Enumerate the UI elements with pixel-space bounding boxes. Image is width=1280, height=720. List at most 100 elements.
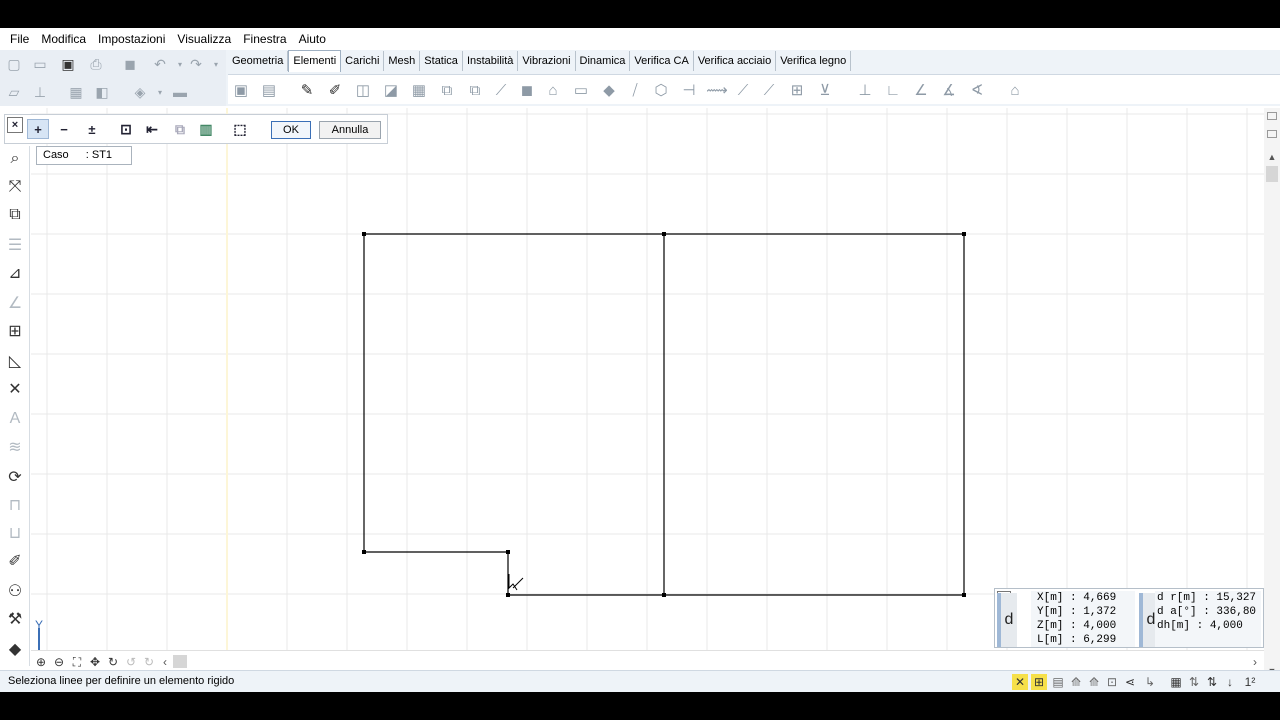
grid-toggle-icon[interactable]: ▦	[1168, 674, 1184, 690]
node[interactable]	[506, 593, 510, 597]
tab-vibrazioni[interactable]: Vibrazioni	[518, 51, 576, 71]
menu-impostazioni[interactable]: Impostazioni	[92, 28, 171, 50]
plate-icon[interactable]: ◆	[598, 79, 620, 101]
snap-polar-icon[interactable]: ⋖	[1122, 674, 1138, 690]
scroll-right-icon[interactable]: ›	[1247, 654, 1263, 670]
eraser-icon[interactable]: ◈	[130, 82, 150, 102]
export-icon[interactable]: ◼	[120, 54, 140, 74]
wall-icon[interactable]: ◫	[352, 79, 374, 101]
toggle-selection-button[interactable]: ±	[81, 119, 103, 139]
spring-icon[interactable]: ⟿	[706, 79, 728, 101]
tab-mesh[interactable]: Mesh	[384, 51, 421, 71]
step-tool-icon[interactable]: ⊔	[4, 522, 26, 544]
brace-icon[interactable]: ⧸	[624, 79, 646, 101]
annulla-button[interactable]: Annulla	[319, 121, 381, 139]
scroll-left-icon[interactable]: ‹	[157, 654, 173, 670]
text-tool-icon[interactable]: A	[4, 408, 26, 430]
select-window-icon[interactable]: ⬚	[229, 119, 251, 139]
info-icon[interactable]: ◆	[4, 638, 26, 660]
add-selection-button[interactable]: +	[27, 119, 49, 139]
tab-verifica-ca[interactable]: Verifica CA	[630, 51, 694, 71]
snap-plane-icon[interactable]: ⟰	[1068, 674, 1084, 690]
grid-wall-icon[interactable]: ▦	[408, 79, 430, 101]
open-folder-icon[interactable]: ▭	[30, 54, 50, 74]
node[interactable]	[506, 550, 510, 554]
tab-verifica-acciaio[interactable]: Verifica acciaio	[693, 51, 777, 71]
zoom-out-icon[interactable]: ⊖	[51, 654, 67, 670]
tab-carichi[interactable]: Carichi	[341, 51, 385, 71]
snap-3d-icon[interactable]: ⟰	[1086, 674, 1102, 690]
truss-icon[interactable]: ⟋	[732, 79, 754, 101]
stack-icon[interactable]: ⧉	[436, 79, 458, 101]
pencil-beam-icon[interactable]: ✎	[296, 79, 318, 101]
zoom-extents-icon[interactable]: ⛶	[69, 654, 85, 670]
triangle-ruler-icon[interactable]: ◺	[4, 350, 26, 372]
snap-grid-icon[interactable]: ⊞	[1031, 674, 1047, 690]
tab-statica[interactable]: Statica	[420, 51, 463, 71]
snap-ortho-icon[interactable]: ↳	[1142, 674, 1158, 690]
ortho-mode-icon[interactable]: ↓	[1222, 674, 1238, 690]
select-level-icon[interactable]: ▥	[195, 119, 217, 139]
node[interactable]	[662, 593, 666, 597]
diagonal-icon[interactable]: ⟋	[490, 79, 512, 101]
building-icon[interactable]: ⌂	[1004, 79, 1026, 101]
support-icon[interactable]: ⊻	[814, 79, 836, 101]
rotate-icon[interactable]: ⟳	[4, 466, 26, 488]
menu-file[interactable]: File	[4, 28, 35, 50]
zoom-previous-icon[interactable]: ↺	[123, 654, 139, 670]
menu-aiuto[interactable]: Aiuto	[293, 28, 332, 50]
ok-button[interactable]: OK	[271, 121, 311, 139]
axes-3d-icon[interactable]: ⤧	[4, 176, 26, 198]
angle-2-icon[interactable]: ∢	[966, 79, 988, 101]
scroll-thumb[interactable]	[1266, 166, 1278, 182]
layers-icon[interactable]: ▱	[4, 82, 24, 102]
layers-tool-icon[interactable]: ≋	[4, 436, 26, 458]
node[interactable]	[362, 550, 366, 554]
copy-icon[interactable]: ⧉	[4, 204, 26, 226]
menu-finestra[interactable]: Finestra	[237, 28, 292, 50]
stack-2-icon[interactable]: ⧉	[464, 79, 486, 101]
sort-active-icon[interactable]: ⇅	[1204, 674, 1220, 690]
node[interactable]	[362, 232, 366, 236]
measure-tool-icon[interactable]: ✐	[4, 550, 26, 572]
roof-icon[interactable]: ⌂	[542, 79, 564, 101]
tab-dinamica[interactable]: Dinamica	[575, 51, 631, 71]
tab-verifica-legno[interactable]: Verifica legno	[776, 51, 852, 71]
scroll-up-icon[interactable]: ▲	[1264, 152, 1280, 164]
wrench-icon[interactable]: ⚒	[4, 608, 26, 630]
node[interactable]	[962, 593, 966, 597]
print-icon[interactable]: ⎙	[86, 54, 106, 74]
cable-icon[interactable]: ⟋	[758, 79, 780, 101]
undo-icon[interactable]: ↶	[150, 54, 170, 74]
snap-node-icon[interactable]: ✕	[1012, 674, 1028, 690]
restore-icon[interactable]	[1267, 112, 1277, 120]
zoom-icon[interactable]: ⌕	[4, 148, 26, 170]
glasses-icon[interactable]: ⚇	[4, 580, 26, 602]
hscroll-thumb[interactable]	[173, 655, 187, 668]
axis-x-icon[interactable]: ⊥	[854, 79, 876, 101]
menu-visualizza[interactable]: Visualizza	[171, 28, 237, 50]
redo-dropdown-icon[interactable]: ▾	[206, 54, 226, 74]
wall-opening-icon[interactable]: ◪	[380, 79, 402, 101]
pan-icon[interactable]: ✥	[87, 654, 103, 670]
select-all-icon[interactable]: ⊡	[115, 119, 137, 139]
redo-icon[interactable]: ↷	[186, 54, 206, 74]
ortho-label[interactable]: 1²	[1240, 674, 1260, 690]
split-view-icon[interactable]: ◧	[92, 82, 112, 102]
mesh-cube-icon[interactable]: ⬡	[650, 79, 672, 101]
tab-elementi[interactable]: Elementi	[288, 50, 342, 72]
axis-z-icon[interactable]: ∠	[910, 79, 932, 101]
table-icon[interactable]: ▦	[66, 82, 86, 102]
grid-move-icon[interactable]: ⊞	[4, 320, 26, 342]
mirror-icon[interactable]: ⊿	[4, 262, 26, 284]
frame-tool-icon[interactable]: ⊓	[4, 494, 26, 516]
vertical-scrollbar[interactable]: ▲ ▼	[1264, 108, 1280, 680]
remove-selection-button[interactable]: −	[53, 119, 75, 139]
link-icon[interactable]: ⊣	[678, 79, 700, 101]
tab-instabilit-[interactable]: Instabilità	[462, 51, 519, 71]
element-tool-1-icon[interactable]: ▣	[230, 79, 252, 101]
axis-y-icon[interactable]: ∟	[882, 79, 904, 101]
new-file-icon[interactable]: ▢	[4, 54, 24, 74]
node[interactable]	[962, 232, 966, 236]
angle-icon[interactable]: ∡	[938, 79, 960, 101]
